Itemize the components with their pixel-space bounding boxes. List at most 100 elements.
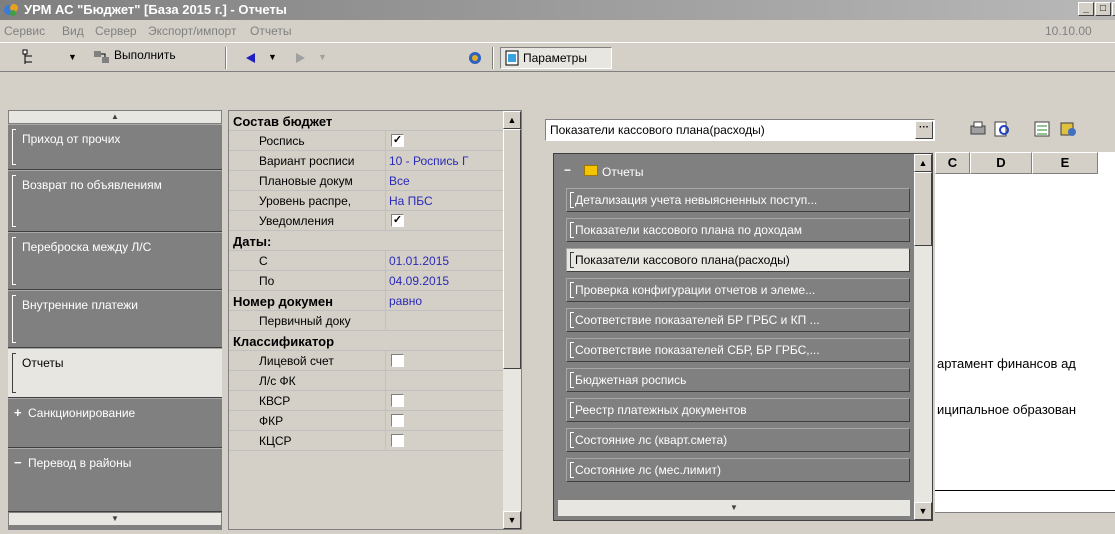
tree-item-report-7[interactable]: Реестр платежных документов — [566, 398, 910, 422]
category-classifiers[interactable]: Классификатор — [229, 331, 503, 351]
nav-item-internal-payments[interactable]: Внутренние платежи — [8, 290, 222, 348]
property-grid-scrollbar[interactable]: ▲ ▼ — [503, 111, 521, 529]
dropdown-arrow-icon[interactable]: ▼ — [68, 52, 77, 74]
help-icon[interactable] — [466, 47, 484, 69]
property-grid: Состав бюджет Роспись ✓ Вариант росписи … — [228, 110, 522, 530]
tree-item-report-6[interactable]: Бюджетная роспись — [566, 368, 910, 392]
preview-icon[interactable] — [992, 118, 1012, 140]
prop-rospis: Роспись ✓ — [229, 131, 503, 151]
tree-item-report-1[interactable]: Показатели кассового плана по доходам — [566, 218, 910, 242]
scroll-thumb[interactable] — [503, 129, 521, 369]
scroll-up-icon[interactable]: ▲ — [503, 111, 521, 129]
tree-scroll-up-icon[interactable]: ▲ — [914, 154, 932, 172]
prop-primary-doc[interactable]: Первичный доку — [229, 311, 503, 331]
prop-date-from[interactable]: С 01.01.2015 — [229, 251, 503, 271]
kvsr-checkbox[interactable] — [391, 394, 404, 407]
print-icon[interactable] — [968, 118, 988, 140]
prop-kvsr: КВСР — [229, 391, 503, 411]
browse-button[interactable]: ··· — [915, 121, 933, 139]
table-border-line — [935, 490, 1115, 491]
left-nav-panel: ▲ Приход от прочих Возврат по объявления… — [8, 110, 222, 530]
maximize-button[interactable]: □ — [1095, 2, 1111, 16]
level-value[interactable]: На ПБС — [389, 194, 503, 208]
tree-item-report-3[interactable]: Проверка конфигурации отчетов и элеме... — [566, 278, 910, 302]
prop-kcsr: КЦСР — [229, 431, 503, 451]
nav-item-income-other[interactable]: Приход от прочих — [8, 124, 222, 170]
report-select[interactable]: Показатели кассового плана(расходы) ··· — [545, 119, 935, 141]
prop-ls-fk[interactable]: Л/с ФК — [229, 371, 503, 391]
back-icon[interactable] — [243, 47, 257, 69]
fkr-checkbox[interactable] — [391, 414, 404, 427]
settings-icon[interactable] — [1058, 118, 1078, 140]
menu-reports[interactable]: Отчеты — [250, 24, 291, 38]
nav-scroll-down-button[interactable]: ▼ — [8, 512, 222, 526]
column-header-e[interactable]: E — [1032, 152, 1098, 174]
notices-checkbox[interactable]: ✓ — [391, 214, 404, 227]
date-to-value[interactable]: 04.09.2015 — [389, 274, 503, 288]
back-dropdown-icon[interactable]: ▼ — [268, 52, 277, 74]
category-budget[interactable]: Состав бюджет — [229, 111, 503, 131]
version-label: 10.10.00 — [1045, 24, 1092, 38]
tree-item-report-2[interactable]: Показатели кассового плана(расходы) — [566, 248, 910, 272]
nav-scroll-up-button[interactable]: ▲ — [8, 110, 222, 124]
prop-variant[interactable]: Вариант росписи 10 - Роспись Г — [229, 151, 503, 171]
rospis-checkbox[interactable]: ✓ — [391, 134, 404, 147]
variant-value[interactable]: 10 - Роспись Г — [389, 154, 503, 168]
prop-fkr: ФКР — [229, 411, 503, 431]
sheet-text-department: артамент финансов ад — [937, 356, 1076, 371]
column-header-d[interactable]: D — [970, 152, 1032, 174]
menu-server[interactable]: Сервер — [95, 24, 137, 38]
tree-item-report-5[interactable]: Соответствие показателей СБР, БР ГРБС,..… — [566, 338, 910, 362]
forward-icon — [296, 53, 305, 63]
prop-level[interactable]: Уровень распре, На ПБС — [229, 191, 503, 211]
tree-scroll-down-icon[interactable]: ▼ — [914, 502, 932, 520]
window-title: УРМ АС "Бюджет" [База 2015 г.] - Отчеты — [24, 2, 287, 17]
report-tree-dropdown: − Отчеты Детализация учета невыясненных … — [553, 153, 933, 521]
minimize-button[interactable]: _ — [1078, 2, 1094, 16]
column-header-c[interactable]: C — [935, 152, 970, 174]
prop-date-to[interactable]: По 04.09.2015 — [229, 271, 503, 291]
scroll-down-icon[interactable]: ▼ — [503, 511, 521, 529]
nav-group-sanction[interactable]: + Санкционирование — [8, 398, 222, 448]
tree-scroll-thumb[interactable] — [914, 172, 932, 246]
toolbar: ▼ Выполнить ▼ ▼ Параметры — [0, 42, 1115, 72]
prop-plan-docs[interactable]: Плановые докум Все — [229, 171, 503, 191]
execute-button[interactable]: Выполнить — [114, 48, 176, 70]
report-sheet — [935, 152, 1115, 512]
tree-item-report-0[interactable]: Детализация учета невыясненных поступ... — [566, 188, 910, 212]
folder-icon — [584, 165, 598, 176]
parameters-button[interactable]: Параметры — [500, 47, 612, 69]
menu-service[interactable]: Сервис — [4, 24, 45, 38]
tree-icon[interactable] — [22, 47, 38, 69]
tree-root-reports[interactable]: − Отчеты — [558, 160, 910, 184]
tree-item-report-8[interactable]: Состояние лс (кварт.смета) — [566, 428, 910, 452]
tree-scroll-down-button[interactable]: ▼ — [558, 500, 910, 516]
parameters-label: Параметры — [523, 51, 587, 65]
execute-icon[interactable] — [92, 47, 112, 69]
sheet-hscrollbar[interactable] — [935, 512, 1115, 530]
nav-item-transfer-ls[interactable]: Переброска между Л/С — [8, 232, 222, 290]
category-dates[interactable]: Даты: — [229, 231, 503, 251]
plan-docs-value[interactable]: Все — [389, 174, 503, 188]
menu-bar: Сервис Вид Сервер Экспорт/импорт Отчеты … — [0, 20, 1115, 42]
category-doc-number[interactable]: Номер докумен равно — [229, 291, 503, 311]
prop-notices: Уведомления ✓ — [229, 211, 503, 231]
sheet-text-municipality: иципальное образован — [937, 402, 1077, 417]
doc-number-value[interactable]: равно — [389, 294, 503, 308]
menu-view[interactable]: Вид — [62, 24, 84, 38]
nav-item-refund[interactable]: Возврат по объявлениям — [8, 170, 222, 232]
personal-account-checkbox[interactable] — [391, 354, 404, 367]
nav-item-reports[interactable]: Отчеты — [8, 348, 222, 398]
export-icon[interactable] — [1032, 118, 1052, 140]
tree-item-report-4[interactable]: Соответствие показателей БР ГРБС и КП ..… — [566, 308, 910, 332]
title-bar: УРМ АС "Бюджет" [База 2015 г.] - Отчеты … — [0, 0, 1115, 20]
app-icon — [4, 4, 18, 16]
menu-export-import[interactable]: Экспорт/импорт — [148, 24, 236, 38]
kcsr-checkbox[interactable] — [391, 434, 404, 447]
tree-item-report-9[interactable]: Состояние лс (мес.лимит) — [566, 458, 910, 482]
date-from-value[interactable]: 01.01.2015 — [389, 254, 503, 268]
nav-group-districts[interactable]: − Перевод в районы — [8, 448, 222, 512]
tree-scrollbar[interactable]: ▲ ▼ — [914, 154, 932, 520]
toolbar-separator — [492, 47, 494, 69]
prop-personal-account: Лицевой счет — [229, 351, 503, 371]
